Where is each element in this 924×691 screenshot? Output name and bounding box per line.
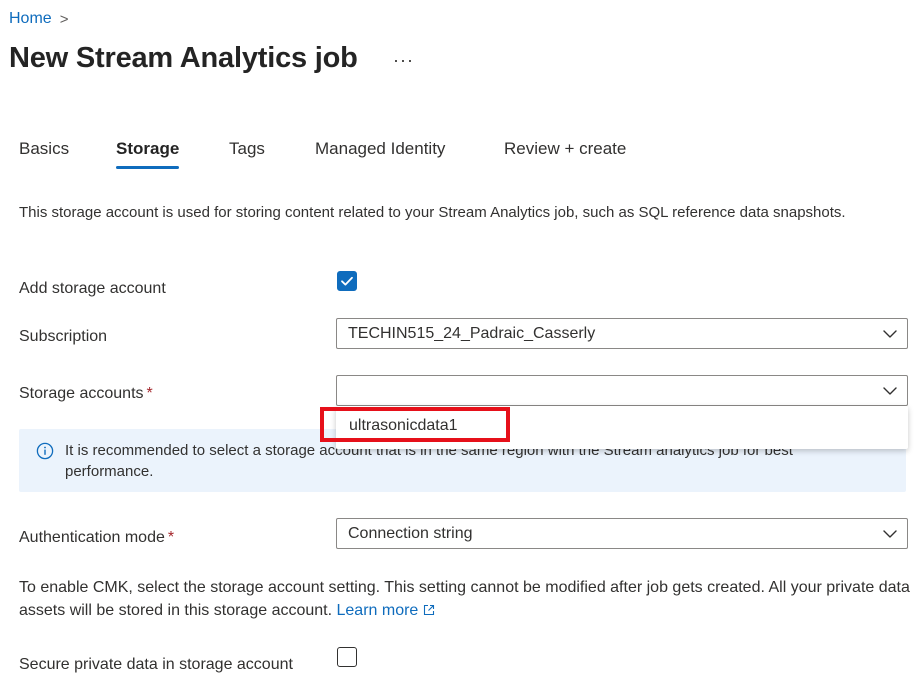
more-options-icon[interactable]: ··· <box>393 50 414 71</box>
add-storage-account-checkbox[interactable] <box>337 271 357 291</box>
page-title: New Stream Analytics job <box>9 42 358 74</box>
add-storage-account-label: Add storage account <box>19 280 166 297</box>
info-icon <box>36 442 54 460</box>
tab-managed-identity[interactable]: Managed Identity <box>315 139 445 169</box>
required-mark: * <box>167 529 175 546</box>
page: Home > New Stream Analytics job ··· Basi… <box>0 0 924 691</box>
storage-description: This storage account is used for storing… <box>19 204 846 221</box>
storage-accounts-listbox: ultrasonicdata1 <box>336 406 908 449</box>
tab-tags[interactable]: Tags <box>229 139 265 169</box>
chevron-down-icon <box>883 330 897 338</box>
chevron-down-icon <box>883 387 897 395</box>
storage-account-option-label: ultrasonicdata1 <box>349 417 458 434</box>
breadcrumb-separator-icon: > <box>59 10 69 28</box>
secure-private-data-label: Secure private data in storage account <box>19 656 293 673</box>
chevron-down-icon <box>883 530 897 538</box>
tab-storage[interactable]: Storage <box>116 139 180 169</box>
tab-basics[interactable]: Basics <box>19 139 69 169</box>
breadcrumb-home-link[interactable]: Home <box>9 10 52 28</box>
checkmark-icon <box>341 276 353 286</box>
breadcrumb: Home > <box>9 10 68 28</box>
subscription-dropdown[interactable]: TECHIN515_24_Padraic_Casserly <box>336 318 908 349</box>
cmk-text: To enable CMK, select the storage accoun… <box>19 579 910 619</box>
authentication-mode-dropdown[interactable]: Connection string <box>336 518 908 549</box>
secure-private-data-checkbox[interactable] <box>337 647 357 667</box>
storage-accounts-label: Storage accounts * <box>19 385 153 402</box>
cmk-description: To enable CMK, select the storage accoun… <box>19 576 914 622</box>
subscription-value: TECHIN515_24_Padraic_Casserly <box>348 325 596 342</box>
authentication-mode-label: Authentication mode * <box>19 529 175 546</box>
storage-accounts-dropdown[interactable] <box>336 375 908 406</box>
storage-account-option[interactable]: ultrasonicdata1 <box>336 406 908 449</box>
authentication-mode-value: Connection string <box>348 525 473 542</box>
external-link-icon <box>424 604 435 616</box>
subscription-label: Subscription <box>19 328 108 345</box>
learn-more-link[interactable]: Learn more <box>337 602 436 619</box>
required-mark: * <box>146 385 153 402</box>
tab-review-create[interactable]: Review + create <box>504 139 626 169</box>
